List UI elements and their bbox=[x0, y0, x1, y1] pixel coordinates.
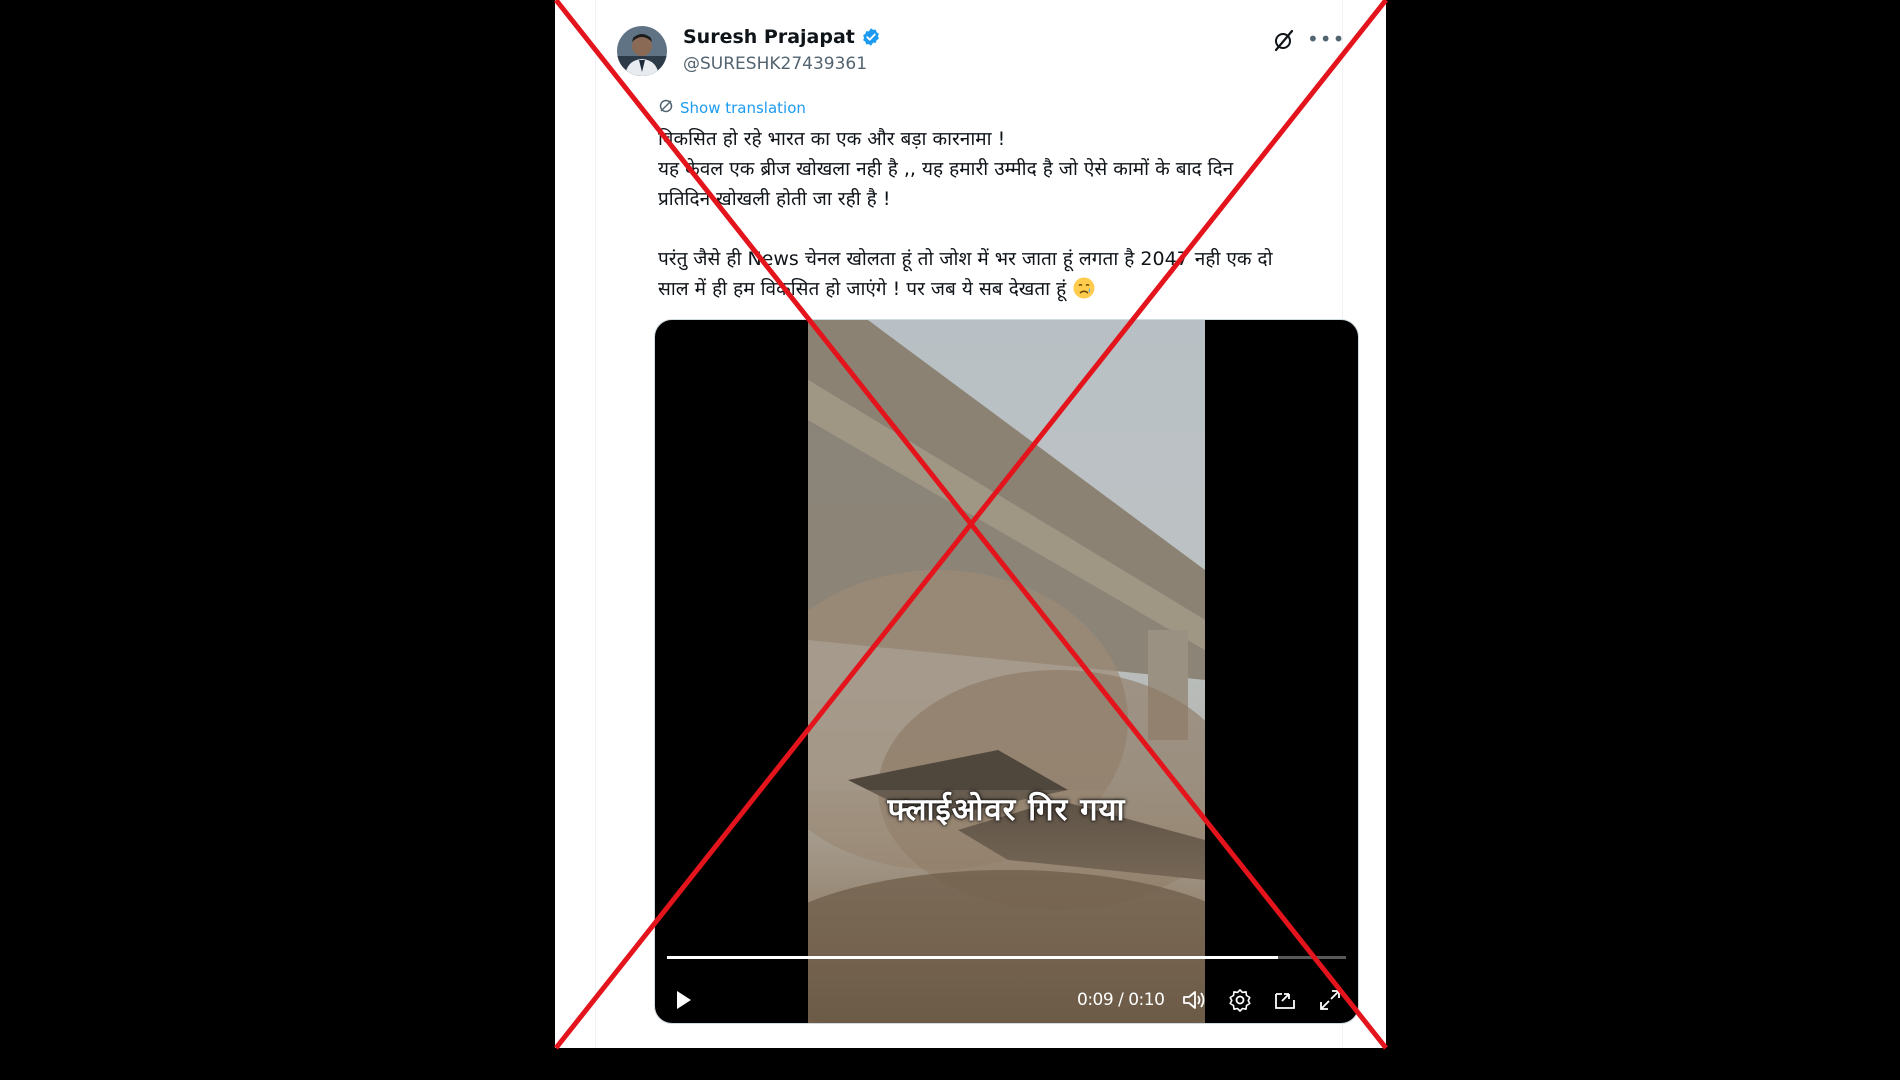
author-handle[interactable]: @SURESHK27439361 bbox=[683, 54, 867, 74]
video-caption: फ्लाईओवर गिर गया bbox=[887, 792, 1126, 828]
grok-icon[interactable] bbox=[1270, 26, 1298, 54]
author-name-text[interactable]: Suresh Prajapat bbox=[683, 26, 855, 48]
translate-icon bbox=[658, 98, 674, 118]
author-name[interactable]: Suresh Prajapat bbox=[683, 26, 881, 48]
fullscreen-icon[interactable] bbox=[1316, 986, 1344, 1014]
crying-face-emoji-icon bbox=[1072, 276, 1096, 300]
avatar[interactable] bbox=[617, 26, 667, 76]
tweet-text-line: यह केवल एक ब्रीज खोखला नही है ,, यह हमार… bbox=[658, 158, 1234, 180]
tweet-text-line: साल में ही हम विकसित हो जाएंगे ! पर जब य… bbox=[658, 278, 1067, 300]
volume-icon[interactable] bbox=[1180, 986, 1208, 1014]
page: Suresh Prajapat @SURESHK27439361 ••• Sho… bbox=[0, 0, 1900, 1080]
more-options-icon[interactable]: ••• bbox=[1307, 26, 1344, 54]
video-progress-bar[interactable] bbox=[667, 956, 1346, 959]
screenshot-panel: Suresh Prajapat @SURESHK27439361 ••• Sho… bbox=[555, 0, 1386, 1048]
tweet-text-line: परंतु जैसे ही News चेनल खोलता हूं तो जोश… bbox=[658, 248, 1273, 270]
video-time: 0:09 / 0:10 bbox=[1077, 990, 1165, 1010]
video-controls: 0:09 / 0:10 bbox=[655, 980, 1358, 1020]
play-icon[interactable] bbox=[669, 986, 697, 1014]
tweet-text-line-last: साल में ही हम विकसित हो जाएंगे ! पर जब य… bbox=[658, 274, 1338, 304]
settings-icon[interactable] bbox=[1226, 986, 1254, 1014]
video-player[interactable]: फ्लाईओवर गिर गया 0:09 / 0:10 bbox=[654, 319, 1359, 1024]
show-translation-link[interactable]: Show translation bbox=[658, 98, 806, 118]
tweet-card[interactable]: Suresh Prajapat @SURESHK27439361 ••• Sho… bbox=[595, 0, 1359, 1048]
tweet-text: विकसित हो रहे भारत का एक और बड़ा कारनामा… bbox=[658, 124, 1338, 304]
verified-badge-icon bbox=[861, 27, 881, 47]
video-progress-fill bbox=[667, 956, 1279, 959]
tweet-text-line: प्रतिदिन खोखली होती जा रही है ! bbox=[658, 188, 891, 210]
tweet-text-line: विकसित हो रहे भारत का एक और बड़ा कारनामा… bbox=[658, 128, 1006, 150]
picture-in-picture-icon[interactable] bbox=[1271, 986, 1299, 1014]
show-translation-label[interactable]: Show translation bbox=[680, 99, 806, 117]
video-frame[interactable]: फ्लाईओवर गिर गया bbox=[748, 320, 1268, 1023]
